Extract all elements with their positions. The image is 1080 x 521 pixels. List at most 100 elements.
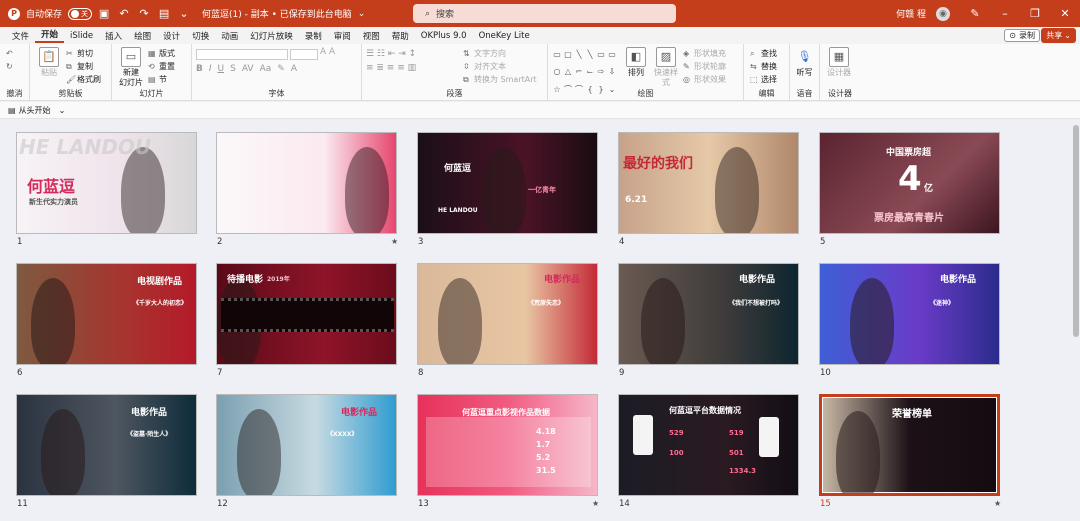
tab-0[interactable]: 文件 [6,30,35,42]
redo-icon[interactable]: ↷ [136,6,152,22]
slide-thumbnail-6[interactable]: 电视剧作品 《千岁大人的初恋》 [16,263,197,365]
cut-button[interactable]: ✂ 剪切 [66,47,101,60]
tab-1[interactable]: 开始 [35,28,65,43]
section-button[interactable]: ▤ 节 [148,73,175,86]
autosave-toggle[interactable]: 关 [68,7,93,20]
slide-thumbnail-14[interactable]: 何蓝逗平台数据情况 529 100 519 501 1334.3 [618,394,799,496]
tab-7[interactable]: 动画 [215,30,244,42]
slide-thumbnail-4[interactable]: 最好的我们 6.21 [618,132,799,234]
tab-11[interactable]: 视图 [357,30,386,42]
close-icon[interactable]: ✕ [1050,7,1080,20]
tab-12[interactable]: 帮助 [386,30,415,42]
slide-subtitle: HE LANDOU [438,207,478,214]
pen-icon[interactable]: ✎ [960,7,990,20]
document-title[interactable]: 何蓝逗(1) - 副本 • 已保存到此台电脑 [202,7,352,20]
avatar[interactable]: ◉ [936,6,950,21]
minimize-icon[interactable]: – [990,7,1020,20]
text-direction-button[interactable]: ⇅ 文字方向 [463,47,537,60]
underline-icon[interactable]: U [218,64,225,74]
tab-4[interactable]: 绘图 [128,30,157,42]
customize-qat-icon[interactable]: ⌄ [176,6,192,22]
tab-9[interactable]: 录制 [299,30,328,42]
record-button[interactable]: ⊙ 录制 [1004,29,1040,42]
person-figure [641,278,685,364]
present-from-start-icon[interactable]: ▤ [8,106,16,115]
slide-thumbnail-15[interactable]: 荣誉榜单 [819,394,1000,496]
reset-label: 重置 [159,62,175,71]
shape-effects-button[interactable]: ◎ 形状效果 [683,73,726,86]
scrollbar[interactable] [1073,125,1079,337]
chevron-down-icon[interactable]: ⌄ [59,106,66,115]
font-color-icon[interactable]: A [291,64,297,74]
slide-thumbnail-7[interactable]: 待播电影 2019年 [216,263,397,365]
tab-6[interactable]: 切换 [186,30,215,42]
slide-number: 12 [217,499,228,509]
tab-8[interactable]: 幻灯片放映 [244,30,299,42]
slide-number: 4 [619,237,625,247]
outline-label: 形状轮廓 [694,62,726,71]
grow-font-icon[interactable]: A A [320,47,335,60]
format-painter-button[interactable]: 🖌 格式刷 [66,73,101,86]
user-name[interactable]: 何赣 程 [896,7,926,20]
slide-number: 6 [17,368,23,378]
spacing-icon[interactable]: AV [242,64,254,74]
highlight-icon[interactable]: ✎ [277,64,285,74]
layout-button[interactable]: ▦ 版式 [148,47,175,60]
save-icon[interactable]: ▣ [96,6,112,22]
undo-button[interactable]: ↶ [6,47,17,60]
strike-icon[interactable]: S [230,64,236,74]
search-box[interactable]: ⌕ 搜索 [413,4,676,23]
slide-thumbnail-2[interactable] [216,132,397,234]
slide-thumbnail-3[interactable]: 何蓝逗 HE LANDOU 一亿青年 [417,132,598,234]
bold-icon[interactable]: B [196,64,203,74]
slide-title: 电视剧作品 [137,277,183,287]
slide-thumbnail-8[interactable]: 电影作品 《荒原失恋》 [417,263,598,365]
slide-subtitle: 票房最高青春片 [874,213,944,224]
smartart-button[interactable]: ⧉ 转换为 SmartArt [463,73,537,86]
share-button[interactable]: 共享 ⌄ [1041,28,1076,43]
tab-14[interactable]: OneKey Lite [473,31,536,41]
tab-3[interactable]: 插入 [99,30,128,42]
chevron-down-icon[interactable]: ⌄ [358,9,366,19]
shape-fill-button[interactable]: ◈ 形状填充 [683,47,726,60]
editing-group: ⌕ 查找 ⇆ 替换 ⬚ 选择 编辑 [744,44,790,101]
shape-outline-button[interactable]: ✎ 形状轮廓 [683,60,726,73]
slide-thumbnail-11[interactable]: 电影作品 《盗墓·陌生人》 [16,394,197,496]
tab-10[interactable]: 审阅 [328,30,357,42]
slide-thumbnail-9[interactable]: 电影作品 《我们不想被打吗》 [618,263,799,365]
slide-thumbnail-1[interactable]: 何蓝逗 新生代实力演员 HE LANDOU [16,132,197,234]
find-icon: ⌕ [750,49,755,58]
big-number: 4 [898,159,922,199]
copy-button[interactable]: ⧉ 复制 [66,60,101,73]
redo-button[interactable]: ↻ [6,60,17,73]
case-icon[interactable]: Aa [260,64,272,74]
tab-13[interactable]: OKPlus 9.0 [415,31,473,41]
toggle-state: 关 [81,9,89,18]
tab-2[interactable]: iSlide [64,31,99,41]
align-text-button[interactable]: ⇳ 对齐文本 [463,60,537,73]
slide-title: 何蓝逗 [444,164,472,174]
present-icon[interactable]: ▤ [156,6,172,22]
undo-icon[interactable]: ↶ [116,6,132,22]
font-name-input[interactable] [196,49,288,60]
italic-icon[interactable]: I [209,64,212,74]
work-title: 《我们不想被打吗》 [729,300,784,307]
slide-number: 14 [619,499,630,509]
animation-star-icon: ★ [592,499,600,508]
reset-button[interactable]: ⟲ 重置 [148,60,175,73]
slide-thumbnail-10[interactable]: 电影作品 《迷神》 [819,263,1000,365]
brush-icon: 🖌 [66,75,77,84]
slide-thumbnail-5[interactable]: 中国票房超 票房最高青春片 4 亿 [819,132,1000,234]
font-size-input[interactable] [290,49,318,60]
tab-5[interactable]: 设计 [157,30,186,42]
slide-thumbnail-13[interactable]: 何蓝逗重点影视作品数据 4.18 1.7 5.2 31.5 [417,394,598,496]
work-title: 《盗墓·陌生人》 [127,431,172,438]
restore-icon[interactable]: ❐ [1020,7,1050,20]
find-button[interactable]: ⌕ 查找 [750,47,777,60]
replace-button[interactable]: ⇆ 替换 [750,60,777,73]
select-button[interactable]: ⬚ 选择 [750,73,777,86]
slide-thumbnail-12[interactable]: 电影作品 《XXXX》 [216,394,397,496]
designer-btn-label: 设计器 [827,68,851,77]
present-from-start-label[interactable]: 从头开始 [19,105,51,116]
slide-tag: 一亿青年 [528,186,556,194]
